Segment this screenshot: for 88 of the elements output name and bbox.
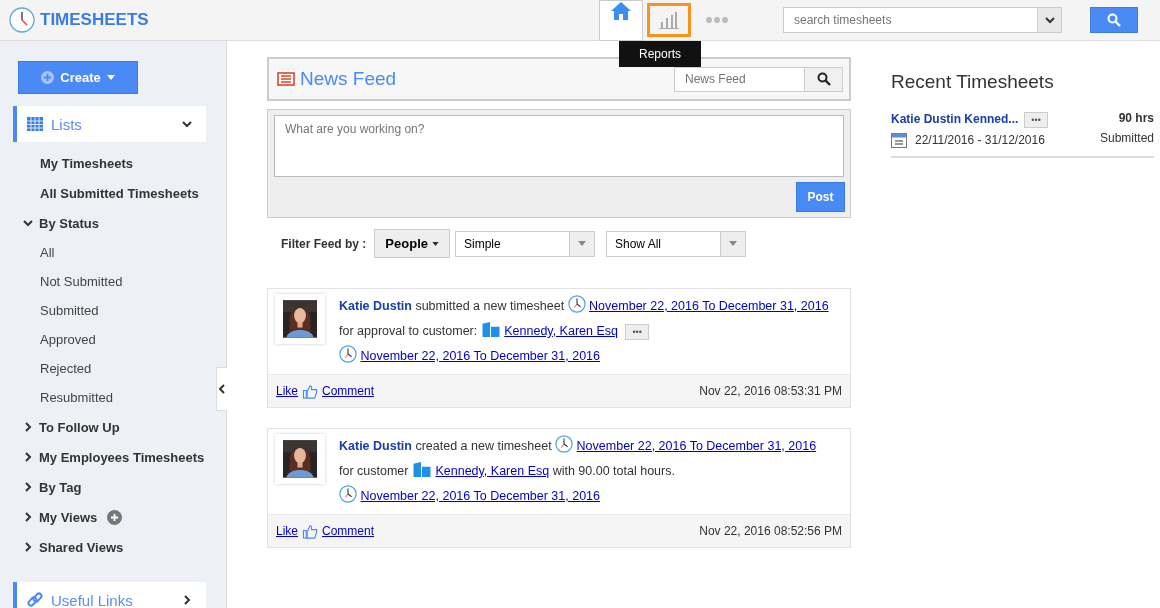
thumbs-up-icon (302, 383, 318, 399)
caret-icon (578, 241, 586, 246)
sidebar-group[interactable]: My Views (39, 509, 98, 525)
building-icon (411, 461, 432, 478)
feed-search-field[interactable]: News Feed (674, 66, 805, 92)
status: Submitted (1099, 131, 1154, 145)
chevron-icon[interactable] (23, 422, 33, 432)
more-icon (706, 17, 728, 23)
clock-icon (567, 295, 586, 313)
clock-logo-icon (9, 7, 35, 33)
home-tab[interactable] (599, 0, 643, 41)
sidebar-group[interactable]: My Employees Timesheets (39, 449, 205, 465)
caret-icon (106, 75, 115, 80)
like-link[interactable]: Like (276, 384, 298, 398)
post-time: Nov 22, 2016 08:53:31 PM (699, 384, 842, 398)
calendar-icon (891, 132, 907, 148)
post-text: submitted a new timesheet (415, 299, 565, 313)
chevron-icon[interactable] (23, 218, 33, 228)
chevron-icon[interactable] (23, 542, 33, 552)
status-input[interactable]: What are you working on? (274, 115, 844, 177)
sidebar-item[interactable]: Approved (40, 332, 96, 347)
newspaper-icon (277, 72, 295, 86)
chevron-icon (182, 119, 192, 129)
customer-link[interactable]: Kennedy, Karen Esq (504, 324, 618, 338)
comment-link[interactable]: Comment (322, 524, 375, 538)
timesheet-link[interactable]: November 22, 2016 To December 31, 2016 (589, 299, 829, 313)
type-select[interactable]: Simple (455, 230, 595, 257)
like-link[interactable]: Like (276, 524, 298, 538)
post-text: with 90.00 total hours. (552, 464, 675, 478)
sidebar-group[interactable]: Shared Views (39, 539, 124, 555)
comment-link[interactable]: Comment (322, 384, 375, 398)
app-title: TIMESHEETS (40, 10, 149, 30)
sidebar-item[interactable]: Resubmitted (40, 390, 113, 405)
post-text: created a new timesheet (415, 439, 552, 453)
chevron-icon[interactable] (23, 512, 33, 522)
search-dropdown[interactable] (1038, 7, 1062, 33)
date-range: 22/11/2016 - 31/12/2016 (915, 133, 1045, 147)
sidebar-group[interactable]: To Follow Up (39, 419, 120, 435)
post-text: for customer (339, 464, 409, 478)
search-field[interactable]: search timesheets (783, 7, 1038, 33)
post-time: Nov 22, 2016 08:52:56 PM (699, 524, 842, 538)
sidebar-item[interactable]: Rejected (40, 361, 92, 376)
bar-chart-icon (658, 10, 680, 30)
chevron-icon[interactable] (23, 482, 33, 492)
sidebar-group[interactable]: By Status (39, 215, 99, 231)
chevron-icon (182, 595, 192, 605)
sidebar-item[interactable]: All (40, 245, 55, 260)
post-text: for approval to customer: (339, 324, 478, 338)
author-name[interactable]: Katie Dustin (339, 439, 412, 453)
sidebar-item[interactable]: My Timesheets (23, 148, 226, 178)
building-icon (480, 321, 501, 338)
people-dropdown[interactable]: People (374, 229, 450, 258)
filter-label: Filter Feed by : (281, 236, 367, 251)
author-name[interactable]: Katie Dustin (339, 299, 412, 313)
sidebar-item[interactable]: Submitted (40, 303, 99, 318)
more-button[interactable]: ••• (625, 323, 649, 340)
clock-icon (339, 345, 357, 363)
timesheet-link[interactable]: November 22, 2016 To December 31, 2016 (360, 349, 600, 363)
add-icon[interactable] (107, 509, 123, 525)
recent-title: Recent Timesheets (891, 71, 1055, 93)
clock-icon (339, 485, 357, 503)
search-button[interactable] (1090, 7, 1138, 33)
customer-link[interactable]: Kennedy, Karen Esq (435, 464, 550, 478)
sidebar-item[interactable]: Not Submitted (40, 274, 123, 289)
thumbs-up-icon (302, 523, 318, 539)
home-icon (610, 1, 632, 21)
timesheet-link[interactable]: November 22, 2016 To December 31, 2016 (576, 439, 817, 453)
chevron-down-icon (1044, 15, 1055, 25)
show-select[interactable]: Show All (606, 230, 746, 257)
hours: 90 hrs (1117, 111, 1154, 125)
timesheet-link[interactable]: November 22, 2016 To December 31, 2016 (360, 489, 600, 503)
search-icon (816, 72, 831, 86)
sidebar-group[interactable]: By Tag (39, 479, 82, 495)
collapse-handle[interactable] (216, 367, 227, 411)
feed-title: News Feed (300, 68, 398, 90)
sidebar-item[interactable]: All Submitted Timesheets (23, 178, 226, 208)
search-icon (1107, 13, 1121, 27)
feed-search-button[interactable] (805, 66, 843, 92)
timesheet-link[interactable]: Katie Dustin Kenned... (891, 112, 1019, 126)
plus-icon (41, 71, 55, 84)
link-icon (27, 592, 43, 608)
more-button[interactable]: ••• (1024, 112, 1048, 128)
grid-icon (27, 117, 43, 131)
tooltip: Reports (619, 41, 702, 67)
caret-icon (432, 241, 439, 246)
clock-icon (555, 435, 574, 453)
caret-icon (729, 241, 737, 246)
chevron-icon[interactable] (23, 452, 33, 462)
